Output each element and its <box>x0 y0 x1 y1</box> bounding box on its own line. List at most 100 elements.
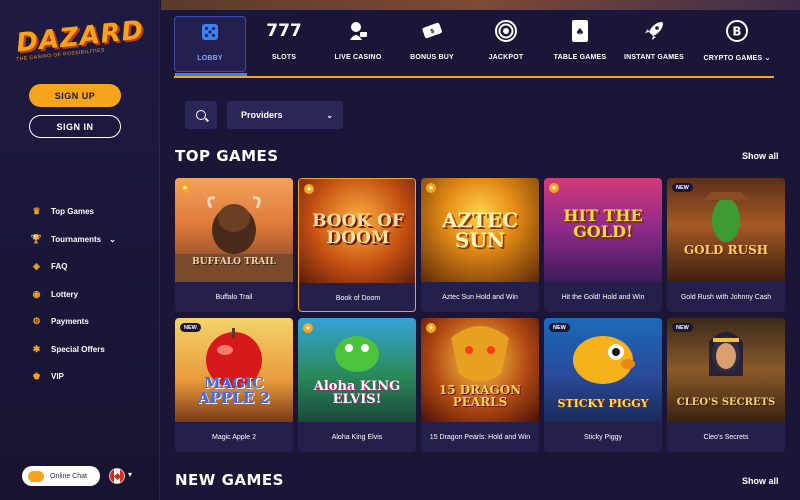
crown-icon: ♛ <box>32 206 41 217</box>
show-all-new-games[interactable]: Show all <box>742 476 779 486</box>
sidebar-item-faq[interactable]: ◈ FAQ <box>30 253 155 281</box>
game-art-title: BUFFALO TRAIL <box>192 257 276 267</box>
new-badge: NEW <box>672 183 693 192</box>
coin-icon: ◉ <box>32 288 41 299</box>
sidebar-item-label: FAQ <box>51 262 68 272</box>
tab-label: BONUS BUY <box>410 54 454 61</box>
section-title-top-games: TOP GAMES <box>175 147 279 165</box>
new-badge: NEW <box>180 323 201 332</box>
sidebar-item-special-offers[interactable]: ✱ Special Offers <box>30 336 155 364</box>
game-art-title: GOLD RUSH <box>683 243 769 257</box>
star-badge-icon: ★ <box>549 183 559 193</box>
providers-label: Providers <box>241 110 283 120</box>
category-bar: LOBBY 777 SLOTS LIVE CASINO $ BONUS BUY … <box>174 16 786 78</box>
show-all-top-games[interactable]: Show all <box>742 151 779 161</box>
sidebar-item-label: Lottery <box>51 289 79 299</box>
game-title: 15 Dragon Pearls: Hold and Win <box>429 433 531 441</box>
bonus-ticket-icon: $ <box>420 16 444 46</box>
sidebar-item-label: Tournaments <box>51 234 102 244</box>
game-card-buffalo-trail[interactable]: BUFFALO TRAIL ★ Buffalo Trail <box>175 178 293 312</box>
game-thumbnail: HIT THE GOLD! <box>544 178 662 282</box>
sidebar-item-label: Top Games <box>51 207 94 217</box>
game-thumbnail: CLEO'S SECRETS <box>667 318 785 422</box>
online-chat-button[interactable]: Online Chat <box>22 466 100 486</box>
new-badge: NEW <box>672 323 693 332</box>
section-title-new-games: NEW GAMES <box>175 471 284 489</box>
game-art-title: MAGIC APPLE 2 <box>198 374 270 407</box>
canada-flag-icon[interactable] <box>109 468 125 484</box>
777-icon: 777 <box>266 21 302 41</box>
game-thumbnail: MAGIC APPLE 2 <box>175 318 293 422</box>
game-card-cleos-secrets[interactable]: CLEO'S SECRETS NEW Cleo's Secrets <box>667 318 785 452</box>
online-chat-label: Online Chat <box>50 472 87 480</box>
tab-slots[interactable]: 777 SLOTS <box>248 16 320 72</box>
game-card-gold-rush[interactable]: GOLD RUSH NEW Gold Rush with Johnny Cash <box>667 178 785 312</box>
game-card-aloha-king-elvis[interactable]: Aloha KING ELVIS! ★ Aloha King Elvis <box>298 318 416 452</box>
game-art-title: Aloha KING ELVIS! <box>313 379 401 407</box>
game-title: Aztec Sun Hold and Win <box>442 293 518 301</box>
dealer-icon <box>347 16 369 46</box>
chat-bubble-icon <box>28 470 44 482</box>
target-icon <box>495 16 517 46</box>
game-card-book-of-doom[interactable]: BOOK OF DOOM ★ Book of Doom <box>298 178 416 312</box>
game-title: Aloha King Elvis <box>331 433 383 441</box>
tab-table-games[interactable]: ♠ TABLE GAMES <box>544 16 616 72</box>
dice-icon <box>200 17 220 47</box>
game-title: Magic Apple 2 <box>212 433 256 441</box>
tab-label: JACKPOT <box>488 54 524 61</box>
trophy-icon: 🏆 <box>30 233 43 244</box>
star-badge-icon: ★ <box>304 184 314 194</box>
search-button[interactable] <box>185 101 217 129</box>
tag-icon: ◈ <box>33 261 40 272</box>
sidebar-item-lottery[interactable]: ◉ Lottery <box>30 281 155 309</box>
game-card-15-dragon-pearls[interactable]: 15 DRAGON PEARLS ★ 15 Dragon Pearls: Hol… <box>421 318 539 452</box>
category-underline <box>174 76 774 78</box>
game-thumbnail: AZTEC SUN <box>421 178 539 282</box>
gear-icon: ⚙ <box>32 316 41 327</box>
cards-icon: ♠ <box>570 16 590 46</box>
brand-logo[interactable]: DAZARD THE CASINO OF POSSIBILITIES <box>10 15 152 64</box>
star-badge-icon: ★ <box>426 183 436 193</box>
chevron-down-icon: ⌄ <box>764 55 771 62</box>
game-thumbnail: 15 DRAGON PEARLS <box>421 318 539 422</box>
game-card-sticky-piggy[interactable]: STICKY PIGGY NEW Sticky Piggy <box>544 318 662 452</box>
sidebar-item-tournaments[interactable]: 🏆 Tournaments ⌄ <box>30 226 155 254</box>
providers-select[interactable]: Providers ⌄ <box>227 101 343 129</box>
game-title: Gold Rush with Johnny Cash <box>680 293 772 301</box>
gift-icon: ✱ <box>32 343 41 354</box>
sign-up-button[interactable]: SIGN UP <box>29 84 121 107</box>
tab-lobby[interactable]: LOBBY <box>174 16 247 76</box>
sidebar-item-top-games[interactable]: ♛ Top Games <box>30 198 155 226</box>
tab-jackpot[interactable]: JACKPOT <box>470 16 542 72</box>
bitcoin-icon: B <box>725 16 749 46</box>
tab-label: TABLE GAMES <box>553 54 607 61</box>
game-thumbnail: GOLD RUSH <box>667 178 785 282</box>
tab-label: INSTANT GAMES <box>623 54 685 61</box>
game-thumbnail: Aloha KING ELVIS! <box>298 318 416 422</box>
language-caret-icon[interactable]: ▾ <box>128 470 132 479</box>
game-title: Buffalo Trail <box>215 293 253 301</box>
tab-instant-games[interactable]: INSTANT GAMES <box>618 16 690 72</box>
tab-bonus-buy[interactable]: $ BONUS BUY <box>396 16 468 72</box>
game-art-title: HIT THE GOLD! <box>563 206 643 241</box>
game-title: Hit the Gold! Hold and Win <box>561 293 645 301</box>
tab-live-casino[interactable]: LIVE CASINO <box>322 16 394 72</box>
game-art-title: STICKY PIGGY <box>557 397 649 410</box>
tab-crypto-games[interactable]: B CRYPTO GAMES ⌄ <box>692 16 782 72</box>
svg-text:B: B <box>732 25 741 39</box>
sign-in-button[interactable]: SIGN IN <box>29 115 121 138</box>
game-card-hit-the-gold[interactable]: HIT THE GOLD! ★ Hit the Gold! Hold and W… <box>544 178 662 312</box>
sidebar-item-payments[interactable]: ⚙ Payments <box>30 308 155 336</box>
star-badge-icon: ★ <box>303 323 313 333</box>
sidebar-item-label: Special Offers <box>51 344 105 354</box>
tab-label: SLOTS <box>271 54 297 61</box>
game-card-magic-apple-2[interactable]: MAGIC APPLE 2 NEW Magic Apple 2 <box>175 318 293 452</box>
game-thumbnail: STICKY PIGGY <box>544 318 662 422</box>
star-badge-icon: ★ <box>180 183 190 193</box>
sidebar-item-label: Payments <box>51 317 89 327</box>
tab-label: CRYPTO GAMES ⌄ <box>703 55 771 62</box>
game-card-aztec-sun[interactable]: AZTEC SUN ★ Aztec Sun Hold and Win <box>421 178 539 312</box>
chevron-down-icon[interactable]: ⌄ <box>109 235 116 244</box>
rocket-icon <box>642 16 666 46</box>
sidebar-item-vip[interactable]: ♚ VIP <box>30 363 155 391</box>
